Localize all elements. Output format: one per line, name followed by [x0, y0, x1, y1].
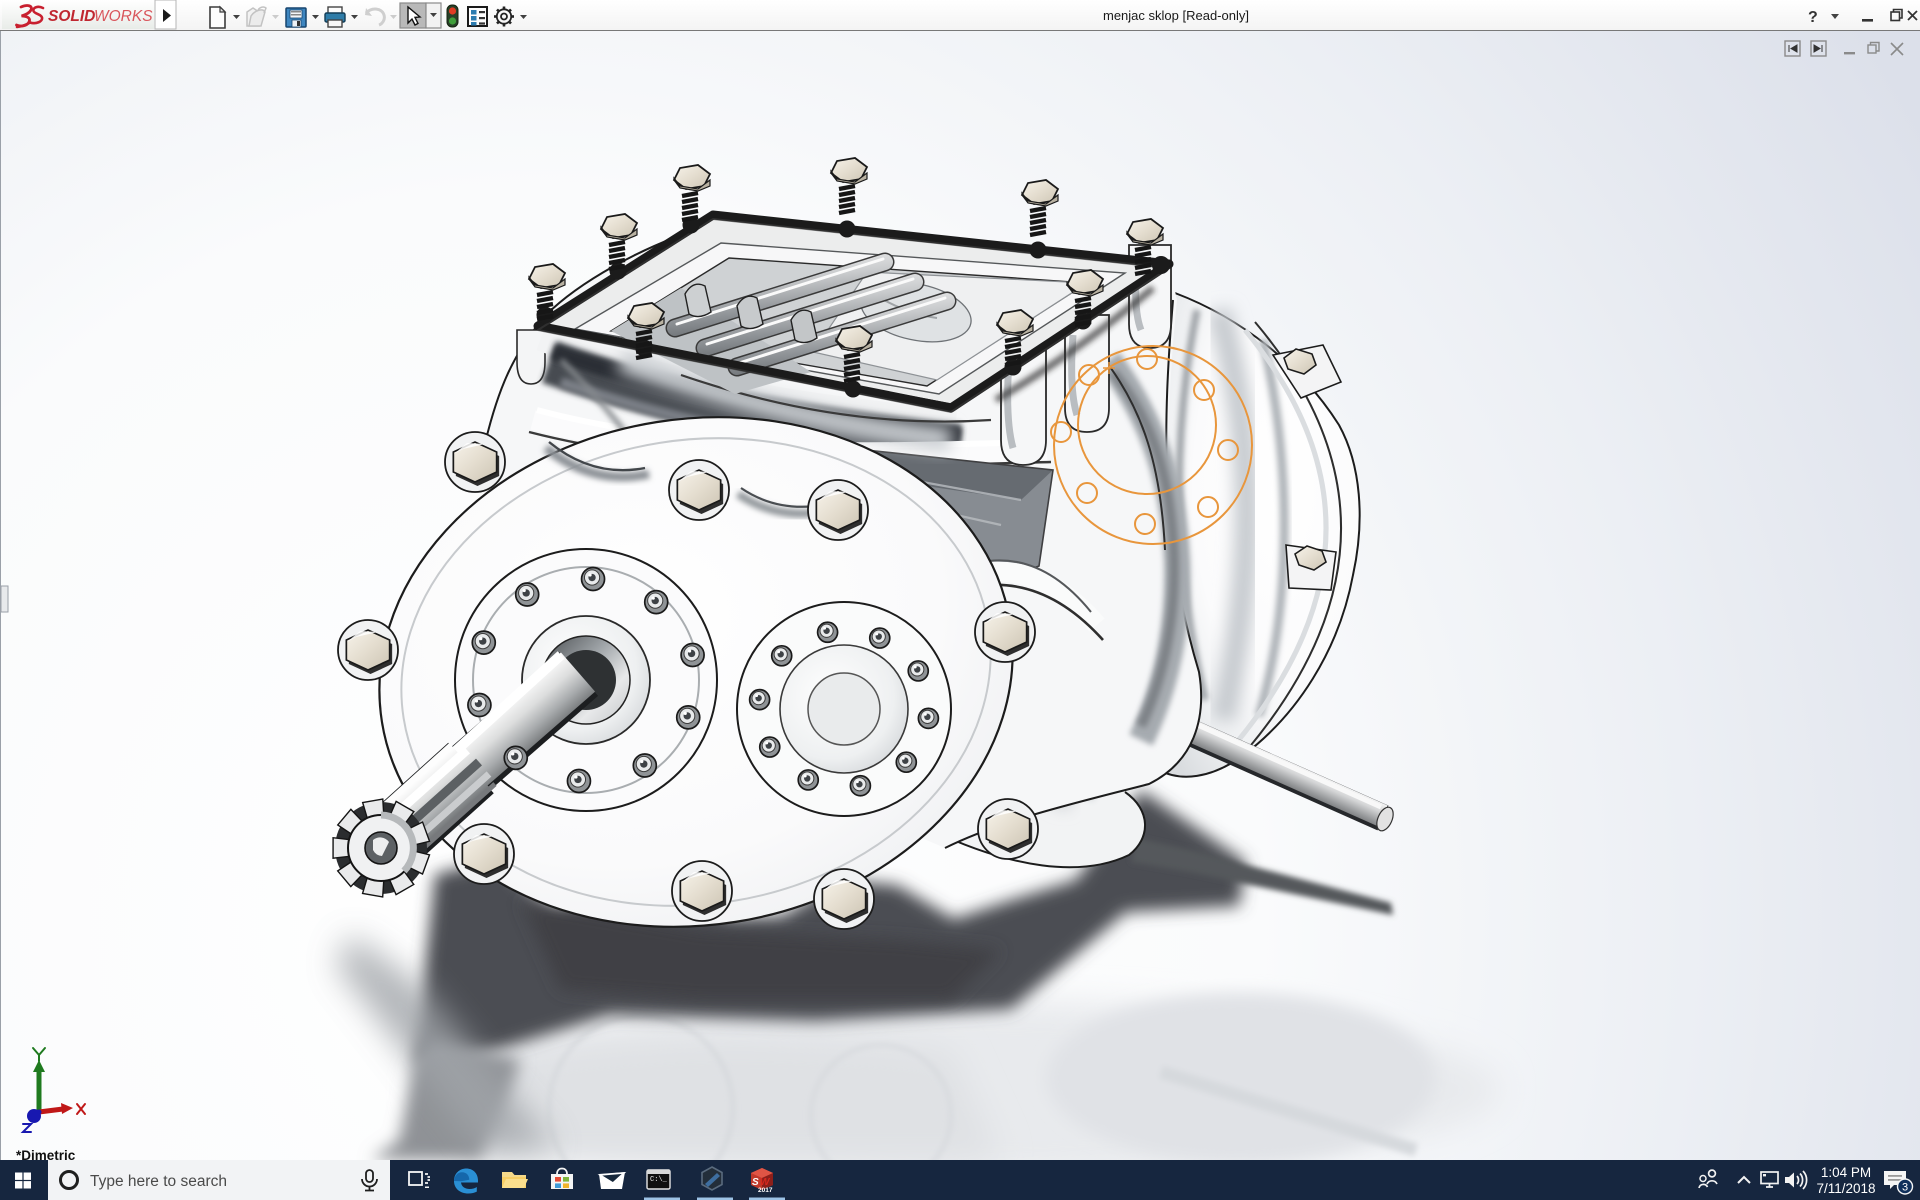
- svg-text:Type here to search: Type here to search: [90, 1173, 227, 1190]
- svg-text:1:04 PM: 1:04 PM: [1821, 1165, 1871, 1180]
- svg-text:3: 3: [1902, 1182, 1908, 1194]
- svg-text:WORKS: WORKS: [94, 8, 153, 25]
- svg-text:SOLID: SOLID: [48, 8, 95, 25]
- svg-text:?: ?: [1808, 9, 1818, 26]
- svg-text:2017: 2017: [758, 1187, 773, 1194]
- svg-text:*Dimetric: *Dimetric: [16, 1148, 76, 1160]
- svg-text:7/11/2018: 7/11/2018: [1816, 1181, 1875, 1196]
- svg-text:C:\_: C:\_: [650, 1176, 668, 1184]
